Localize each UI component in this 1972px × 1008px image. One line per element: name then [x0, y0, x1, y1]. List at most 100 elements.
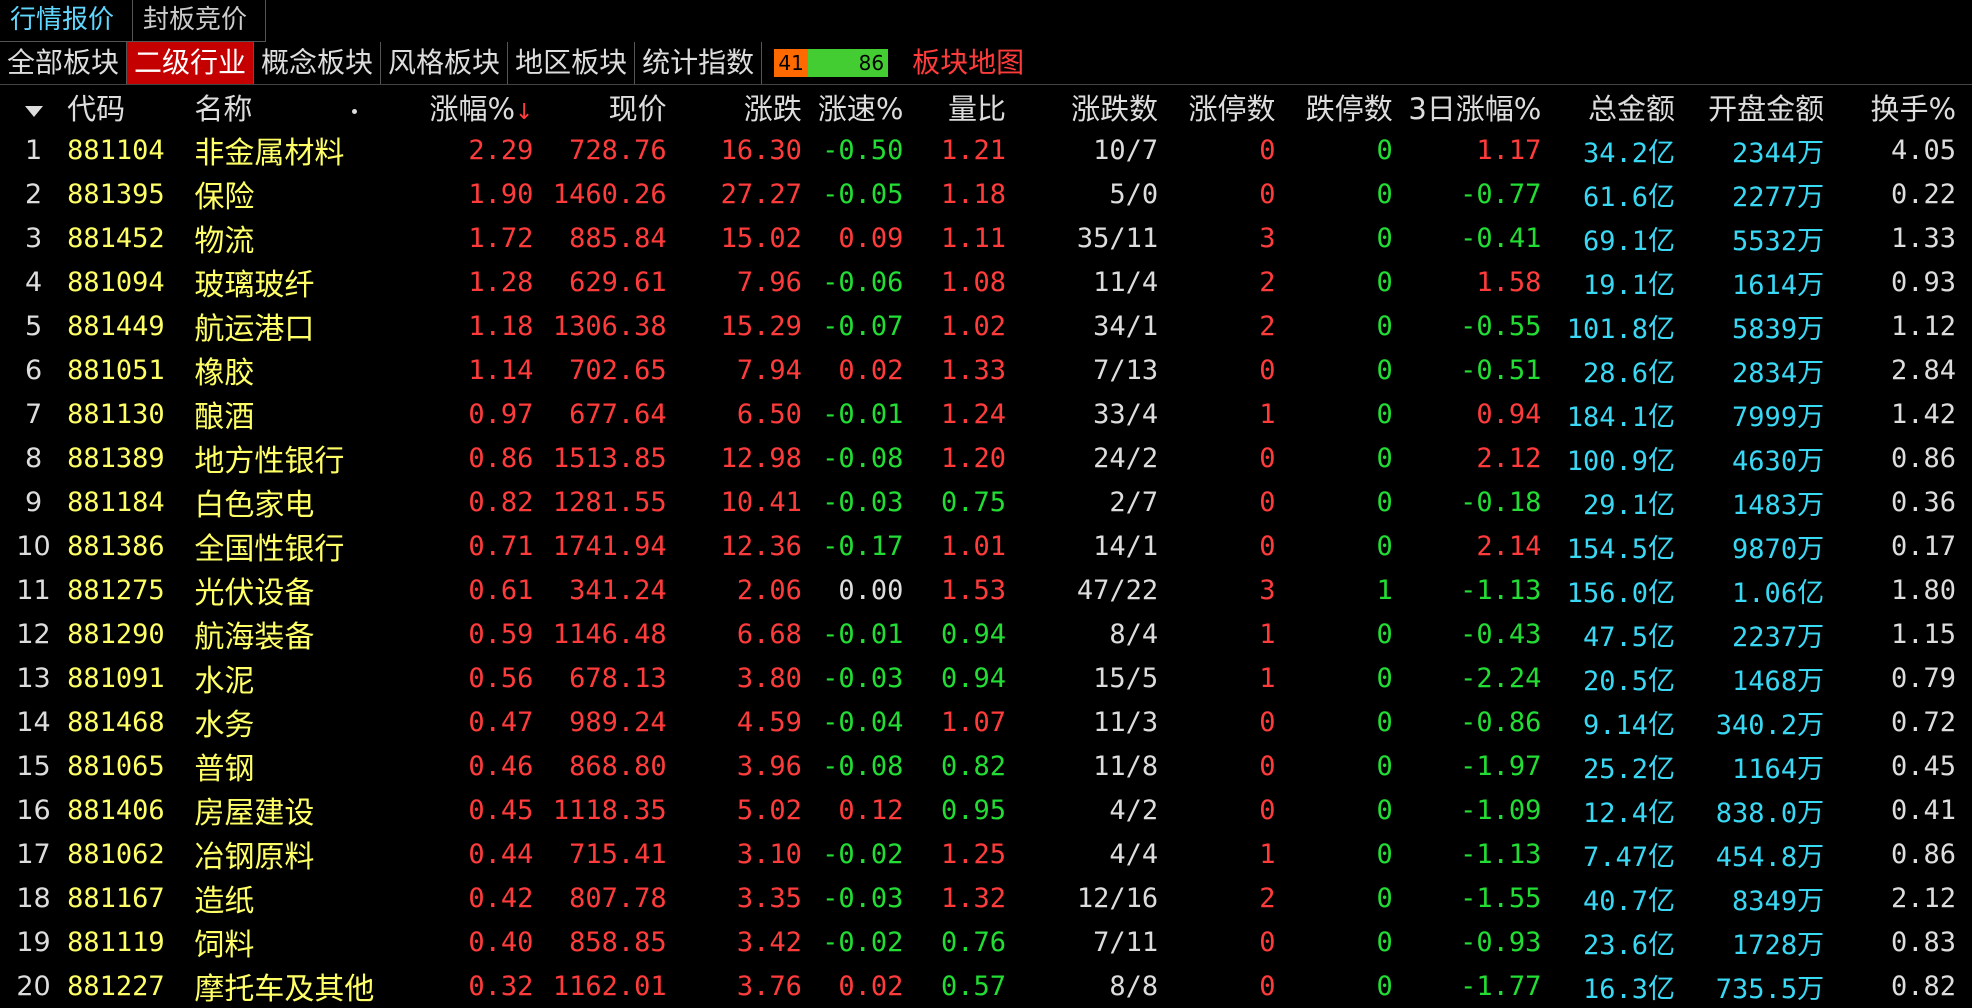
header-total-amount[interactable]: 总金额	[1541, 86, 1675, 128]
turnover: 1.80	[1890, 574, 1956, 606]
limit-down-count: 0	[1376, 310, 1393, 342]
table-row[interactable]: 11 881275 光伏设备 0.61 341.24 2.06 0.00 1.53 47/22 3…	[0, 568, 1972, 612]
price: 1162.01	[552, 970, 667, 1002]
table-row[interactable]: 5 881449 航运港口 1.18 1306.38 15.29 -0.07 1.02 34/1…	[0, 304, 1972, 348]
tab-all-sectors[interactable]: 全部板块	[0, 42, 128, 84]
change-pct: 1.18	[468, 310, 534, 342]
header-3day-change[interactable]: 3日涨幅%	[1393, 86, 1541, 128]
open-amount: 2834万	[1732, 357, 1825, 389]
table-row[interactable]: 4 881094 玻璃玻纤 1.28 629.61 7.96 -0.06 1.08 11/4 2 0…	[0, 260, 1972, 304]
table-row[interactable]: 17 881062 冶钢原料 0.44 715.41 3.10 -0.02 1.25 4/4 1 0…	[0, 832, 1972, 876]
limit-down-count: 0	[1376, 750, 1393, 782]
sector-code: 881275	[67, 574, 165, 606]
table-row[interactable]: 15 881065 普钢 0.46 868.80 3.96 -0.08 0.82 11/8 0 0 -…	[0, 744, 1972, 788]
header-change-pct[interactable]: 涨幅%↓	[429, 86, 533, 128]
open-amount: 1728万	[1732, 929, 1825, 961]
change-pct: 1.90	[468, 178, 534, 210]
speed: -0.04	[822, 706, 904, 738]
up-down-count: 35/11	[1076, 222, 1159, 254]
speed: 0.12	[838, 794, 904, 826]
sector-code: 881290	[67, 618, 165, 650]
table-row[interactable]: 18 881167 造纸 0.42 807.78 3.35 -0.03 1.32 12/16 2 0…	[0, 876, 1972, 920]
tab-style-sectors[interactable]: 风格板块	[381, 42, 509, 84]
table-row[interactable]: 16 881406 房屋建设 0.45 1118.35 5.02 0.12 0.95 4/2 0 0…	[0, 788, 1972, 832]
table-row[interactable]: 13 881091 水泥 0.56 678.13 3.80 -0.03 0.94 15/5 1 0 -…	[0, 656, 1972, 700]
header-price[interactable]: 现价	[533, 86, 667, 128]
3day-change: -1.55	[1460, 882, 1542, 914]
table-row[interactable]: 3 881452 物流 1.72 885.84 15.02 0.09 1.11 35/11 3 0 -…	[0, 216, 1972, 260]
price: 1118.35	[552, 794, 667, 826]
table-row[interactable]: 8 881389 地方性银行 0.86 1513.85 12.98 -0.08 1.20 24/…	[0, 436, 1972, 480]
table-row[interactable]: 19 881119 饲料 0.40 858.85 3.42 -0.02 0.76 7/11 0 0 -…	[0, 920, 1972, 964]
turnover: 1.33	[1890, 222, 1956, 254]
table-row[interactable]: 6 881051 橡胶 1.14 702.65 7.94 0.02 1.33 7/13 0 0 -0.…	[0, 348, 1972, 392]
limit-up-count: 1	[1259, 838, 1276, 870]
table-row[interactable]: 14 881468 水务 0.47 989.24 4.59 -0.04 1.07 11/3 0 0 -…	[0, 700, 1972, 744]
tab-limit-auction[interactable]: 封板竞价	[133, 0, 267, 42]
up-down-count: 2/7	[1109, 486, 1159, 518]
table-row[interactable]: 12 881290 航海装备 0.59 1146.48 6.68 -0.01 0.94 8/4 1…	[0, 612, 1972, 656]
3day-change: -1.97	[1460, 750, 1542, 782]
up-down-count: 47/22	[1076, 574, 1159, 606]
change-pct: 0.61	[468, 574, 534, 606]
header-code[interactable]: 代码	[67, 86, 194, 128]
limit-up-count: 1	[1259, 398, 1276, 430]
turnover: 1.12	[1890, 310, 1956, 342]
change: 16.30	[720, 134, 802, 166]
price: 678.13	[569, 662, 667, 694]
3day-change: -0.55	[1460, 310, 1542, 342]
table-row[interactable]: 7 881130 酿酒 0.97 677.64 6.50 -0.01 1.24 33/4 1 0 0.…	[0, 392, 1972, 436]
row-index: 11	[16, 574, 51, 606]
header-limit-up[interactable]: 涨停数	[1158, 86, 1275, 128]
limit-down-count: 0	[1376, 398, 1393, 430]
header-speed[interactable]: 涨速%	[802, 86, 904, 128]
limit-down-count: 0	[1376, 882, 1393, 914]
sector-map-link[interactable]: 板块地图	[912, 42, 1024, 84]
limit-up-count: 1	[1259, 662, 1276, 694]
name-dot-icon	[352, 108, 358, 114]
tab-concept-sectors[interactable]: 概念板块	[254, 42, 382, 84]
total-amount: 19.1亿	[1583, 269, 1676, 301]
speed: -0.03	[822, 486, 904, 518]
price: 629.61	[569, 266, 667, 298]
open-amount: 4630万	[1732, 445, 1825, 477]
price: 1460.26	[552, 178, 667, 210]
change-pct: 0.47	[468, 706, 534, 738]
total-amount: 28.6亿	[1583, 357, 1676, 389]
speed: -0.01	[822, 618, 904, 650]
3day-change: 1.58	[1476, 266, 1542, 298]
limit-down-count: 0	[1376, 706, 1393, 738]
tab-region-sectors[interactable]: 地区板块	[508, 42, 636, 84]
sector-code: 881062	[67, 838, 165, 870]
header-change[interactable]: 涨跌	[667, 86, 802, 128]
volume-ratio: 0.95	[941, 794, 1007, 826]
tab-statistical-index[interactable]: 统计指数	[635, 42, 763, 84]
header-name[interactable]: 名称	[194, 86, 429, 128]
table-row[interactable]: 10 881386 全国性银行 0.71 1741.94 12.36 -0.17 1.01 14…	[0, 524, 1972, 568]
tab-quotes[interactable]: 行情报价	[0, 0, 134, 42]
header-up-down-count[interactable]: 涨跌数	[1006, 86, 1158, 128]
header-volume-ratio[interactable]: 量比	[903, 86, 1006, 128]
open-amount: 340.2万	[1715, 709, 1825, 741]
row-index: 1	[24, 134, 43, 166]
table-row[interactable]: 20 881227 摩托车及其他 0.32 1162.01 3.76 0.02 0.57 8/8…	[0, 964, 1972, 1008]
header-turnover[interactable]: 换手%	[1824, 86, 1972, 128]
3day-change: -1.13	[1460, 574, 1542, 606]
change-pct: 0.71	[468, 530, 534, 562]
price: 858.85	[569, 926, 667, 958]
sector-code: 881104	[67, 134, 165, 166]
header-open-amount[interactable]: 开盘金额	[1675, 86, 1824, 128]
sort-desc-arrow: ↓	[515, 100, 534, 125]
tab-secondary-industry[interactable]: 二级行业	[127, 42, 255, 84]
sort-toggle[interactable]	[0, 86, 67, 128]
sector-code: 881406	[67, 794, 165, 826]
3day-change: -1.09	[1460, 794, 1542, 826]
table-row[interactable]: 1 881104 非金属材料 2.29 728.76 16.30 -0.50 1.21 10/7…	[0, 128, 1972, 172]
change-pct: 0.97	[468, 398, 534, 430]
header-limit-down[interactable]: 跌停数	[1275, 86, 1393, 128]
table-row[interactable]: 2 881395 保险 1.90 1460.26 27.27 -0.05 1.18 5/0 0 0 -…	[0, 172, 1972, 216]
table-row[interactable]: 9 881184 白色家电 0.82 1281.55 10.41 -0.03 0.75 2/7 0…	[0, 480, 1972, 524]
change-pct: 1.72	[468, 222, 534, 254]
change-pct: 0.40	[468, 926, 534, 958]
up-down-count: 15/5	[1093, 662, 1159, 694]
